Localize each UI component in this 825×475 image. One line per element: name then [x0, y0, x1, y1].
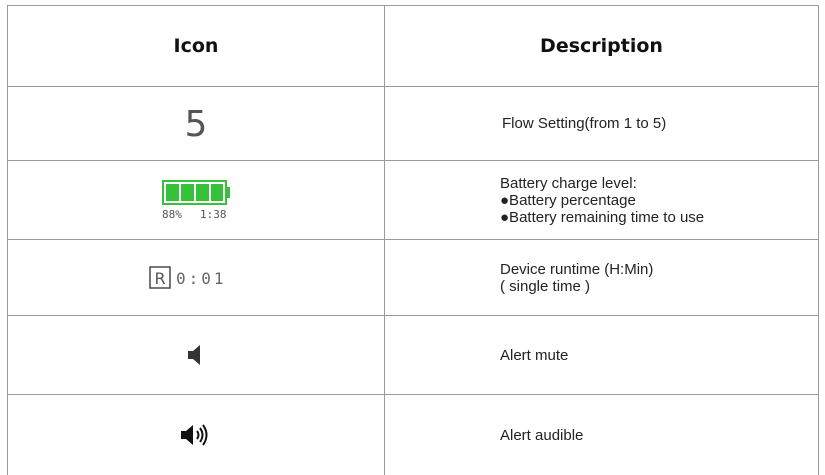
battery-percent-text: 88% — [162, 208, 182, 221]
battery-segment — [211, 184, 223, 201]
description-cell: Alert mute — [385, 316, 819, 395]
header-row: Icon Description — [8, 6, 819, 87]
header-icon: Icon — [8, 6, 385, 87]
description-line: Device runtime (H:Min) — [500, 261, 818, 278]
description-line: Flow Setting(from 1 to 5) — [502, 115, 818, 132]
table-row: 5 Flow Setting(from 1 to 5) — [8, 87, 819, 161]
description-line: ●Battery remaining time to use — [500, 209, 818, 226]
runtime-icon: R 0:01 — [148, 265, 244, 291]
speaker-audible-icon — [179, 422, 213, 448]
battery-segment — [196, 184, 209, 201]
battery-icon: 88% 1:38 — [156, 178, 236, 222]
icon-cell — [8, 316, 385, 395]
flow-setting-icon: 5 — [185, 107, 208, 143]
description-line: Alert audible — [500, 427, 818, 444]
battery-segment — [181, 184, 194, 201]
speaker-mute-icon — [186, 343, 206, 367]
table-row: Alert mute — [8, 316, 819, 395]
icon-cell: 5 — [8, 87, 385, 161]
icon-cell: 88% 1:38 — [8, 161, 385, 240]
description-cell: Device runtime (H:Min) ( single time ) — [385, 240, 819, 316]
description-cell: Battery charge level: ●Battery percentag… — [385, 161, 819, 240]
table-row: R 0:01 Device runtime (H:Min) ( single t… — [8, 240, 819, 316]
description-line: ( single time ) — [500, 278, 818, 295]
header-description: Description — [385, 6, 819, 87]
battery-time-text: 1:38 — [200, 208, 227, 221]
runtime-value: 0:01 — [176, 269, 227, 288]
table-row: 88% 1:38 Battery charge level: ●Battery … — [8, 161, 819, 240]
runtime-badge-letter: R — [154, 269, 165, 288]
description-line: ●Battery percentage — [500, 192, 818, 209]
battery-segment — [166, 184, 179, 201]
icon-cell: R 0:01 — [8, 240, 385, 316]
battery-terminal — [226, 187, 230, 198]
icon-description-table: Icon Description 5 Flow Setting(from 1 t… — [7, 5, 819, 475]
description-line: Alert mute — [500, 347, 818, 364]
description-cell: Flow Setting(from 1 to 5) — [385, 87, 819, 161]
description-line: Battery charge level: — [500, 175, 818, 192]
